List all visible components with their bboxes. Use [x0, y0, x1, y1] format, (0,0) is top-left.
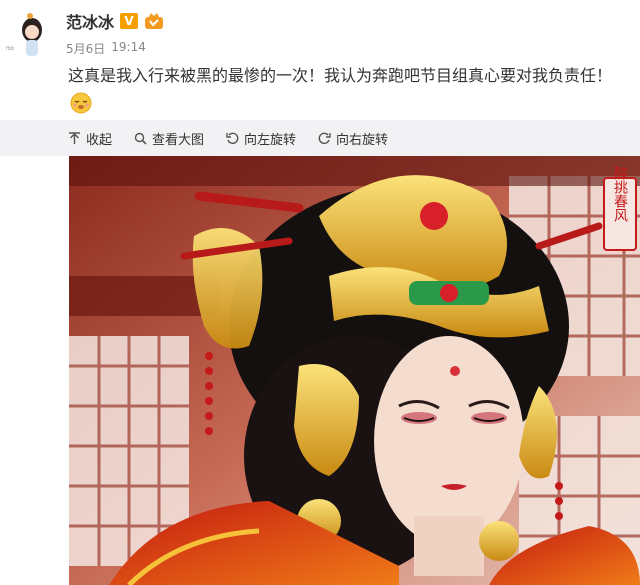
- post-time[interactable]: 19:14: [111, 40, 146, 57]
- view-large-button[interactable]: 查看大图: [134, 129, 204, 148]
- image-toolbar: 收起 查看大图 向左旋转 向右旋转: [0, 120, 640, 156]
- author-row: 范冰冰 V: [66, 10, 164, 32]
- seal-stamp-text: 醉挑春风: [612, 166, 628, 223]
- sleepy-emoji-icon: [70, 92, 92, 114]
- search-icon: [134, 132, 147, 145]
- weibo-post: fbb 范冰冰 V 5月6日 19:14 这真是我入行来被黑的最惨的一次！我认为…: [0, 0, 640, 585]
- rotate-left-icon: [226, 132, 239, 144]
- username[interactable]: 范冰冰: [66, 9, 114, 33]
- member-crown-icon[interactable]: [144, 12, 164, 30]
- rotate-right-button[interactable]: 向右旋转: [318, 129, 388, 148]
- rotate-right-label: 向右旋转: [336, 132, 389, 148]
- collapse-label: 收起: [86, 132, 113, 148]
- post-body: 这真是我入行来被黑的最惨的一次！我认为奔跑吧节目组真心要对我负责任！: [68, 66, 613, 85]
- rotate-right-icon: [318, 132, 331, 144]
- rotate-left-button[interactable]: 向左旋转: [226, 129, 296, 148]
- post-meta: 5月6日 19:14: [66, 40, 146, 57]
- collapse-icon: [69, 131, 80, 144]
- post-date[interactable]: 5月6日: [66, 40, 105, 57]
- photo-illustration: 醉挑春风: [69, 156, 640, 585]
- rotate-left-label: 向左旋转: [244, 132, 297, 148]
- view-large-label: 查看大图: [152, 132, 205, 148]
- verified-icon[interactable]: V: [120, 13, 139, 29]
- post-photo[interactable]: 醉挑春风: [69, 156, 640, 585]
- collapse-button[interactable]: 收起: [68, 129, 112, 148]
- avatar[interactable]: fbb: [4, 10, 50, 62]
- svg-text:fbb: fbb: [6, 46, 14, 52]
